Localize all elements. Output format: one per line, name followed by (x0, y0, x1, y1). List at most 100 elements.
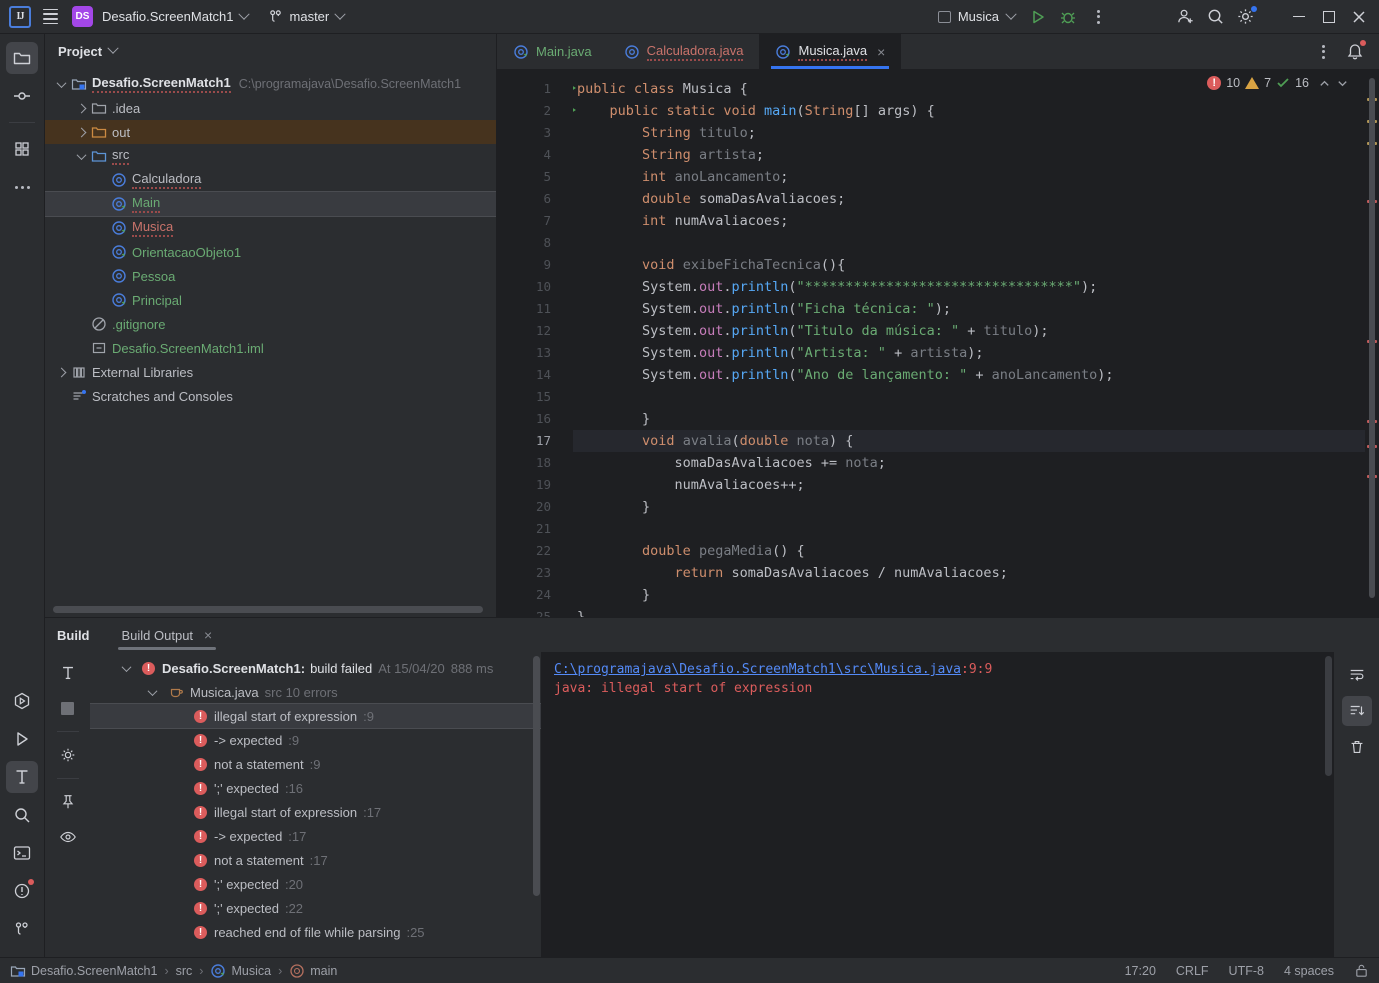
tree-item-src[interactable]: src (45, 144, 496, 168)
code-line[interactable]: void avalia(double nota) { (573, 430, 1379, 452)
gutter-line-number[interactable]: 16 (497, 408, 559, 430)
indent-setting[interactable]: 4 spaces (1284, 964, 1334, 978)
tree-item-desafio-screenmatch1-iml[interactable]: Desafio.ScreenMatch1.iml (45, 336, 496, 360)
breadcrumb-item[interactable]: main (289, 963, 337, 979)
gutter-line-number[interactable]: 2 (497, 100, 576, 122)
gutter-line-number[interactable]: 21 (497, 518, 559, 540)
build-error-row[interactable]: ! ';' expected:22 (90, 896, 541, 920)
gutter-line-number[interactable]: 19 (497, 474, 559, 496)
chevron-down-icon[interactable] (118, 665, 134, 672)
editor-scrollbar-thumb[interactable] (1369, 78, 1375, 598)
tool-window-find[interactable] (6, 799, 38, 831)
gutter-line-number[interactable]: 15 (497, 386, 559, 408)
file-encoding[interactable]: UTF-8 (1229, 964, 1264, 978)
editor-tab-main-java[interactable]: Main.java (497, 34, 608, 69)
code-line[interactable]: } (573, 584, 1379, 606)
console-scrollbar-thumb[interactable] (1325, 656, 1332, 776)
code-line[interactable]: String artista; (573, 144, 1379, 166)
build-error-row[interactable]: ! not a statement:9 (90, 752, 541, 776)
tree-item-desafio-screenmatch1[interactable]: Desafio.ScreenMatch1 C:\programajava\Desa… (45, 72, 496, 96)
console-scrollbar[interactable] (1325, 656, 1332, 953)
editor-options-button[interactable] (1309, 38, 1337, 66)
more-actions-button[interactable] (1084, 3, 1112, 31)
tool-window-git[interactable] (6, 913, 38, 945)
tool-window-terminal[interactable] (6, 837, 38, 869)
gutter-line-number[interactable]: 10 (497, 276, 559, 298)
chevron-down-icon[interactable] (73, 153, 89, 160)
chevron-right-icon[interactable] (73, 105, 89, 112)
tool-window-services[interactable] (6, 685, 38, 717)
code-line[interactable]: numAvaliacoes++; (573, 474, 1379, 496)
tree-item-orientacaoobjeto1[interactable]: OrientacaoObjeto1 (45, 240, 496, 264)
tree-item-calculadora[interactable]: Calculadora (45, 168, 496, 192)
tree-item-musica[interactable]: Musica (45, 216, 496, 240)
minimize-button[interactable] (1285, 3, 1313, 31)
code-editor[interactable]: 1234567891011121314151617!18192021222324… (497, 70, 1379, 617)
gutter-line-number[interactable]: 14 (497, 364, 559, 386)
tab-build-output[interactable]: Build Output × (108, 618, 227, 652)
code-line[interactable] (573, 232, 1379, 254)
gutter-line-number[interactable]: 7 (497, 210, 559, 232)
tool-window-commit[interactable] (6, 80, 38, 112)
cursor-position[interactable]: 17:20 (1125, 964, 1156, 978)
tree-item-idea[interactable]: .idea (45, 96, 496, 120)
breadcrumb-item[interactable]: Musica (210, 963, 271, 979)
gutter-line-number[interactable]: 1 (497, 78, 576, 100)
tree-item-principal[interactable]: Principal (45, 288, 496, 312)
main-menu-icon[interactable] (36, 3, 64, 31)
code-line[interactable]: System.out.println("********************… (573, 276, 1379, 298)
console-file-link[interactable]: C:\programajava\Desafio.ScreenMatch1\src… (554, 662, 961, 677)
project-tree[interactable]: Desafio.ScreenMatch1 C:\programajava\Desa… (45, 68, 496, 606)
gutter-line-number[interactable]: 22 (497, 540, 559, 562)
build-tree-scrollbar[interactable] (533, 656, 540, 953)
build-error-row[interactable]: ! reached end of file while parsing:25 (90, 920, 541, 944)
project-selector[interactable]: Desafio.ScreenMatch1 (95, 8, 250, 24)
code-line[interactable]: public static void main(String[] args) { (573, 100, 1379, 122)
code-line[interactable]: String titulo; (573, 122, 1379, 144)
gutter-line-number[interactable]: 11 (497, 298, 559, 320)
tree-item-gitignore[interactable]: .gitignore (45, 312, 496, 336)
tree-item-scratches-and-consoles[interactable]: Scratches and Consoles (45, 384, 496, 408)
code-line[interactable] (573, 518, 1379, 540)
chevron-right-icon[interactable] (53, 369, 69, 376)
code-line[interactable]: } (573, 408, 1379, 430)
intellij-logo-icon[interactable]: IJ (6, 3, 34, 31)
build-error-row[interactable]: ! Desafio.ScreenMatch1: build failed At 15/… (90, 656, 541, 680)
search-button[interactable] (1201, 3, 1229, 31)
close-icon[interactable]: × (204, 627, 212, 643)
project-panel-header[interactable]: Project (45, 34, 496, 68)
close-button[interactable] (1345, 3, 1373, 31)
tool-window-problems[interactable] (6, 875, 38, 907)
line-separator[interactable]: CRLF (1176, 964, 1209, 978)
breadcrumb[interactable]: Desafio.ScreenMatch1 › src › Musica › main (10, 963, 337, 979)
build-error-row[interactable]: ! illegal start of expression:9 (90, 703, 541, 729)
run-button[interactable] (1024, 3, 1052, 31)
chevron-down-icon[interactable] (144, 689, 160, 696)
build-error-row[interactable]: ! illegal start of expression:17 (90, 800, 541, 824)
tree-item-pessoa[interactable]: Pessoa (45, 264, 496, 288)
breadcrumb-item[interactable]: src (176, 964, 193, 978)
next-problem-button[interactable] (1336, 77, 1349, 90)
gutter-line-number[interactable]: 23 (497, 562, 559, 584)
tool-window-plugins[interactable] (6, 133, 38, 165)
debug-button[interactable] (1054, 3, 1082, 31)
build-error-row[interactable]: ! ';' expected:16 (90, 776, 541, 800)
code-line[interactable]: void exibeFichaTecnica(){ (573, 254, 1379, 276)
gutter-line-number[interactable]: 20 (497, 496, 559, 518)
code-content[interactable]: public class Musica { public static void… (573, 70, 1379, 617)
more-tool-windows-button[interactable] (6, 171, 38, 203)
close-icon[interactable]: × (877, 44, 885, 60)
tool-window-project[interactable] (6, 42, 38, 74)
build-error-row[interactable]: ! -> expected:17 (90, 824, 541, 848)
gutter-line-number[interactable]: 8 (497, 232, 559, 254)
scroll-to-end-button[interactable] (1341, 696, 1372, 726)
maximize-button[interactable] (1315, 3, 1343, 31)
inspections-widget[interactable]: ! 10 7 16 (1207, 76, 1349, 90)
code-line[interactable]: somaDasAvaliacoes += nota; (573, 452, 1379, 474)
settings-button[interactable] (1231, 3, 1259, 31)
notifications-button[interactable] (1341, 38, 1369, 66)
build-error-row[interactable]: ! ';' expected:20 (90, 872, 541, 896)
code-line[interactable]: double somaDasAvaliacoes; (573, 188, 1379, 210)
code-line[interactable]: } (573, 606, 1379, 617)
gutter-line-number[interactable]: 17! (497, 430, 579, 452)
